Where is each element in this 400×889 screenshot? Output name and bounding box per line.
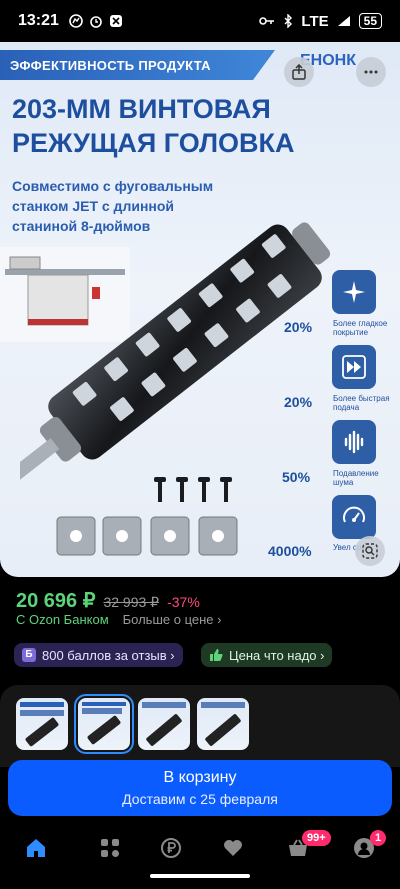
fast-forward-icon <box>342 355 366 379</box>
profile-notification-badge: 1 <box>370 830 387 846</box>
share-icon <box>292 64 306 80</box>
hero-badge: ЭФФЕКТИВНОСТЬ ПРОДУКТА <box>0 50 275 80</box>
thumbnail-strip <box>0 685 400 767</box>
feature-feed-label: Более быстрая подача <box>333 394 390 412</box>
thumbnail-2[interactable] <box>74 694 134 754</box>
heart-icon <box>224 840 242 856</box>
status-bar: 13:21 LTE 55 <box>0 0 400 42</box>
status-right: LTE 55 <box>259 13 382 30</box>
product-image[interactable]: ЭФФЕКТИВНОСТЬ ПРОДУКТА ЕНОНК 203-ММ ВИНТ… <box>0 42 400 577</box>
add-to-cart-button[interactable]: В корзину Доставим с 25 февраля <box>8 760 392 816</box>
cutter-head-image <box>20 222 331 508</box>
home-icon <box>27 839 45 857</box>
thumbnail-1[interactable] <box>16 698 68 750</box>
current-price: 20 696 ₽ <box>16 590 96 612</box>
image-search-icon <box>362 543 378 559</box>
ozon-bank-label: С Ozon Банком <box>16 612 109 627</box>
thumbnail-3[interactable] <box>138 698 190 750</box>
thumbnail-1-preview <box>20 702 64 747</box>
feature-smooth-percent: 20% <box>284 319 313 335</box>
hero-title-line2: РЕЖУЩАЯ ГОЛОВКА <box>12 128 295 158</box>
catalog-icon <box>101 839 119 857</box>
points-chip-label: 800 баллов за отзыв › <box>42 647 175 663</box>
tab-profile[interactable]: 1 <box>346 830 387 866</box>
network-label: LTE <box>301 12 329 30</box>
image-search-button[interactable] <box>355 536 385 566</box>
inserts-image <box>56 516 238 556</box>
thumbnail-2-preview <box>82 702 126 745</box>
hero-title-line1: 203-ММ ВИНТОВАЯ <box>12 94 271 124</box>
tab-finance[interactable] <box>153 830 189 866</box>
battery-indicator: 55 <box>358 13 382 29</box>
messenger-icon <box>69 14 83 28</box>
tab-favorites[interactable] <box>215 830 251 866</box>
old-price: 32 993 ₽ <box>103 594 160 610</box>
sound-wave-icon <box>344 430 364 454</box>
thumbnail-3-preview <box>142 702 186 746</box>
feature-noise-label: Подавление шума <box>333 469 379 487</box>
points-icon: Б <box>22 648 36 662</box>
ruble-icon <box>161 838 181 858</box>
good-price-label: Цена что надо › <box>229 647 325 663</box>
key-icon <box>259 17 275 25</box>
ozon-bank-row: С Ozon Банком Больше о цене › <box>16 612 221 627</box>
points-for-review-chip[interactable]: Б 800 баллов за отзыв › <box>14 643 183 667</box>
feature-lifetime-icon <box>332 495 376 539</box>
app-icon <box>109 15 122 27</box>
status-notification-icons <box>69 14 123 28</box>
thumbnail-4[interactable] <box>197 698 249 750</box>
signal-icon <box>337 16 350 26</box>
more-about-price-link[interactable]: Больше о цене › <box>123 612 222 627</box>
screws-image <box>154 477 232 502</box>
thumbs-up-icon <box>210 649 223 661</box>
feature-feed-icon <box>332 345 376 389</box>
feature-noise-percent: 50% <box>282 469 311 485</box>
thumbnail-4-preview <box>201 702 245 746</box>
good-price-chip[interactable]: Цена что надо › <box>201 643 333 667</box>
more-options-button[interactable] <box>356 57 386 87</box>
feature-smooth-icon <box>332 270 376 314</box>
status-time: 13:21 <box>18 12 59 29</box>
share-button[interactable] <box>284 57 314 87</box>
cart-count-badge: 99+ <box>302 830 331 846</box>
speed-gauge-icon <box>343 506 365 523</box>
tab-home[interactable] <box>18 830 54 866</box>
feature-smooth-label: Более гладкое покрытие <box>333 319 388 337</box>
discount-badge: -37% <box>167 594 200 610</box>
feature-feed-percent: 20% <box>284 394 313 410</box>
home-indicator[interactable] <box>150 874 250 878</box>
bluetooth-icon <box>284 14 293 28</box>
add-to-cart-label: В корзину <box>163 769 237 786</box>
feature-lifetime-percent: 4000% <box>268 543 312 559</box>
price-row: 20 696 ₽ 32 993 ₽ -37% <box>16 588 200 613</box>
alarm-icon <box>90 16 102 28</box>
sparkle-icon <box>343 281 365 303</box>
tab-catalog[interactable] <box>92 830 128 866</box>
more-icon <box>364 70 378 74</box>
bottom-tab-bar: 99+ 1 <box>0 822 400 889</box>
delivery-date-label: Доставим с 25 февраля <box>122 791 278 807</box>
tab-cart[interactable]: 99+ <box>280 830 331 866</box>
feature-noise-icon <box>332 420 376 464</box>
hero-title: 203-ММ ВИНТОВАЯ РЕЖУЩАЯ ГОЛОВКА <box>12 92 392 160</box>
